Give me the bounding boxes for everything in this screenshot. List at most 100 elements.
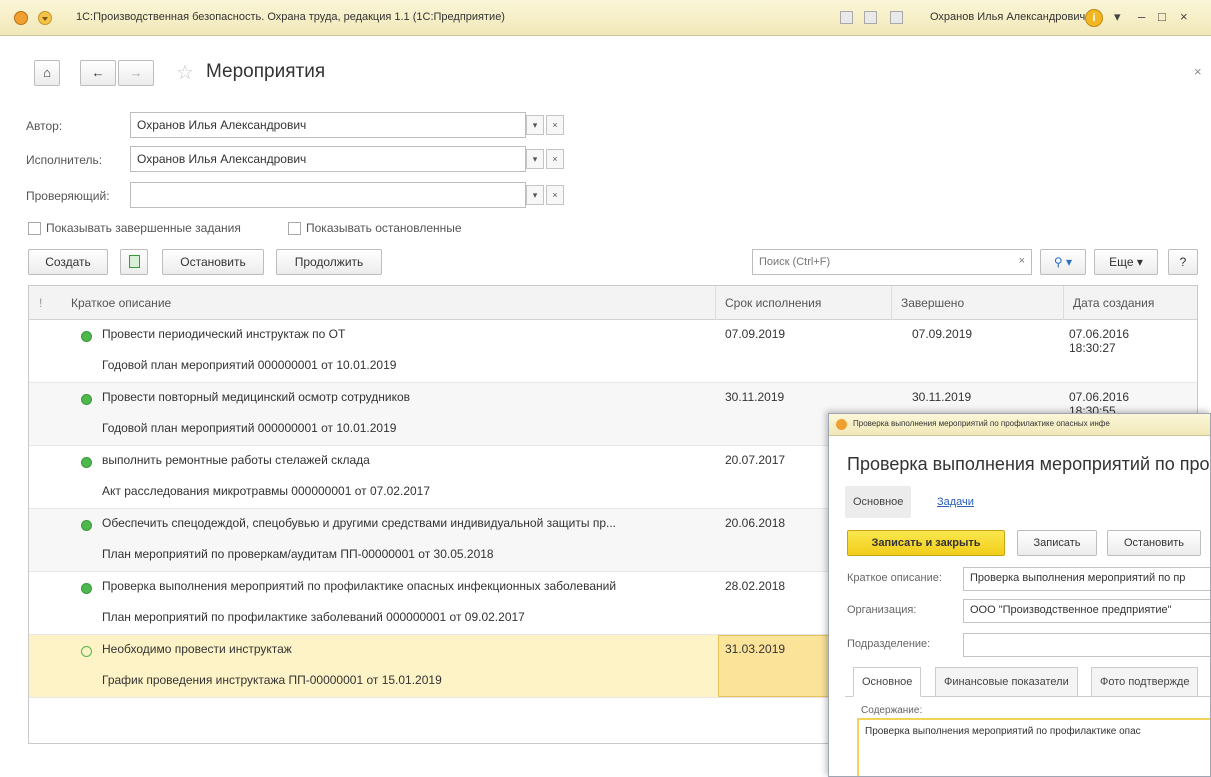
executor-clear-icon[interactable]: × xyxy=(546,149,564,169)
dept-field[interactable] xyxy=(963,633,1210,657)
event-form-window: Проверка выполнения мероприятий по профи… xyxy=(828,413,1211,777)
row-completed: 30.11.2019 xyxy=(912,390,972,404)
reviewer-clear-icon[interactable]: × xyxy=(546,185,564,205)
print-icon[interactable] xyxy=(864,11,877,24)
tab-main[interactable]: Основное xyxy=(845,486,912,518)
row-due: 20.07.2017 xyxy=(725,453,786,467)
copy-button[interactable] xyxy=(120,249,148,275)
create-button[interactable]: Создать xyxy=(28,249,108,275)
row-due: 31.03.2019 xyxy=(725,642,786,656)
search-input[interactable] xyxy=(753,250,1003,274)
current-user[interactable]: Охранов Илья Александрович xyxy=(930,11,1085,23)
page-title: Мероприятия xyxy=(206,61,326,82)
copy-icon xyxy=(128,255,140,268)
column-due[interactable]: Срок исполнения xyxy=(717,286,889,320)
author-dropdown-icon[interactable]: ▾ xyxy=(526,115,544,135)
status-new-icon xyxy=(81,646,92,657)
calculator-icon[interactable] xyxy=(840,11,853,24)
home-button[interactable]: ⌂ xyxy=(34,60,60,86)
popup-stop-button[interactable]: Остановить xyxy=(1107,530,1201,556)
row-basis: Годовой план мероприятий 000000001 от 10… xyxy=(102,358,397,372)
row-basis: Годовой план мероприятий 000000001 от 10… xyxy=(102,421,397,435)
column-divider xyxy=(891,286,892,320)
column-flag[interactable]: ! xyxy=(31,286,61,320)
favorite-star-icon[interactable]: ☆ xyxy=(176,60,194,85)
continue-button[interactable]: Продолжить xyxy=(276,249,382,275)
app-logo-icon xyxy=(836,419,847,430)
dept-label: Подразделение: xyxy=(847,638,931,650)
row-due: 20.06.2018 xyxy=(725,516,786,530)
home-icon: ⌂ xyxy=(43,65,51,80)
window-title-bar: 1С:Производственная безопасность. Охрана… xyxy=(0,0,1211,36)
maximize-icon[interactable]: □ xyxy=(1158,9,1166,24)
tab-tasks[interactable]: Задачи xyxy=(929,486,982,518)
row-description: выполнить ремонтные работы стелажей скла… xyxy=(102,453,370,467)
minimize-icon[interactable]: – xyxy=(1138,9,1145,24)
subtab-financial[interactable]: Финансовые показатели xyxy=(935,667,1078,697)
row-completed: 07.09.2019 xyxy=(912,327,973,341)
show-completed-label: Показывать завершенные задания xyxy=(46,221,241,235)
save-and-close-button[interactable]: Записать и закрыть xyxy=(847,530,1005,556)
popup-title-bar: Проверка выполнения мероприятий по профи… xyxy=(829,414,1210,436)
show-completed-checkbox[interactable] xyxy=(28,222,41,235)
stop-button[interactable]: Остановить xyxy=(162,249,264,275)
org-field[interactable]: ООО "Производственное предприятие" xyxy=(963,599,1210,623)
search-button[interactable]: ⚲ ▾ xyxy=(1040,249,1086,275)
executor-field[interactable]: Охранов Илья Александрович xyxy=(130,146,526,172)
show-stopped-checkbox[interactable] xyxy=(288,222,301,235)
row-due: 07.09.2019 xyxy=(725,327,786,341)
more-button[interactable]: Еще ▾ xyxy=(1094,249,1158,275)
column-description[interactable]: Краткое описание xyxy=(63,286,713,320)
content-textarea[interactable]: Проверка выполнения мероприятий по профи… xyxy=(857,718,1210,776)
author-label: Автор: xyxy=(26,119,63,133)
history-icon[interactable] xyxy=(890,11,903,24)
more-label: Еще xyxy=(1109,255,1134,269)
window-title: 1С:Производственная безопасность. Охрана… xyxy=(76,11,505,23)
popup-subtabs: Основное Финансовые показатели Фото подт… xyxy=(845,667,1210,697)
status-active-icon xyxy=(81,520,92,531)
arrow-left-icon: ← xyxy=(91,65,105,80)
status-active-icon xyxy=(81,457,92,468)
short-desc-field[interactable]: Проверка выполнения мероприятий по пр xyxy=(963,567,1210,591)
reviewer-dropdown-icon[interactable]: ▾ xyxy=(526,185,544,205)
back-button[interactable]: ← xyxy=(80,60,116,86)
window-menu-icon[interactable]: ▾ xyxy=(1114,9,1121,25)
reviewer-field[interactable] xyxy=(130,182,526,208)
search-icon: ⚲ ▾ xyxy=(1053,255,1073,269)
row-basis: Акт расследования микротравмы 000000001 … xyxy=(102,484,431,498)
subtab-photo[interactable]: Фото подтвержде xyxy=(1091,667,1199,697)
main-menu-icon[interactable] xyxy=(38,11,52,25)
row-basis: График проведения инструктажа ПП-0000000… xyxy=(102,673,442,687)
column-completed[interactable]: Завершено xyxy=(893,286,1063,320)
short-desc-label: Краткое описание: xyxy=(847,572,942,584)
author-field[interactable]: Охранов Илья Александрович xyxy=(130,112,526,138)
arrow-right-icon: → xyxy=(129,65,143,80)
close-form-icon[interactable]: × xyxy=(1194,64,1202,79)
subtab-main[interactable]: Основное xyxy=(853,667,922,697)
author-clear-icon[interactable]: × xyxy=(546,115,564,135)
table-row[interactable]: Провести периодический инструктаж по ОТ … xyxy=(29,320,1197,383)
search-clear-icon[interactable]: × xyxy=(1019,255,1025,267)
column-created[interactable]: Дата создания xyxy=(1065,286,1195,320)
row-created: 07.06.2016 18:30:27 xyxy=(1069,327,1130,355)
org-label: Организация: xyxy=(847,604,917,616)
forward-button[interactable]: → xyxy=(118,60,154,86)
row-description: Проверка выполнения мероприятий по профи… xyxy=(102,579,617,593)
save-button[interactable]: Записать xyxy=(1017,530,1097,556)
help-button[interactable]: ? xyxy=(1168,249,1198,275)
row-basis: План мероприятий по проверкам/аудитам ПП… xyxy=(102,547,494,561)
popup-window-title: Проверка выполнения мероприятий по профи… xyxy=(853,419,1110,428)
row-description: Обеспечить спецодеждой, спецобувью и дру… xyxy=(102,516,617,530)
row-due: 28.02.2018 xyxy=(725,579,786,593)
reviewer-label: Проверяющий: xyxy=(26,189,110,203)
row-description: Провести периодический инструктаж по ОТ xyxy=(102,327,346,341)
executor-label: Исполнитель: xyxy=(26,153,103,167)
executor-dropdown-icon[interactable]: ▾ xyxy=(526,149,544,169)
row-due: 30.11.2019 xyxy=(725,390,785,404)
search-box[interactable]: × xyxy=(752,249,1032,275)
close-window-icon[interactable]: × xyxy=(1180,9,1188,24)
status-active-icon xyxy=(81,583,92,594)
info-icon[interactable]: i xyxy=(1085,9,1103,27)
table-header: ! Краткое описание Срок исполнения Завер… xyxy=(29,286,1197,320)
show-stopped-label: Показывать остановленные xyxy=(306,221,462,235)
